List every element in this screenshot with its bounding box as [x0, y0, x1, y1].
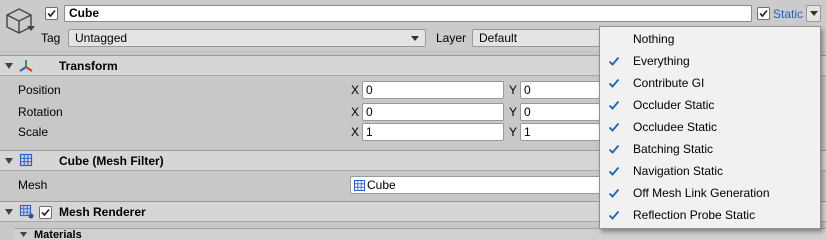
menu-item-label: Occluder Static [633, 98, 715, 112]
menu-item-occluder-static[interactable]: Occluder Static [600, 94, 820, 116]
layer-label: Layer [436, 31, 467, 45]
chevron-down-icon[interactable] [27, 26, 35, 32]
x-axis-label[interactable]: X [351, 82, 359, 98]
y-axis-label[interactable]: Y [509, 104, 517, 120]
menu-item-everything[interactable]: Everything [600, 50, 820, 72]
menu-item-contribute-gi[interactable]: Contribute GI [600, 72, 820, 94]
mesh-renderer-title: Mesh Renderer [59, 205, 146, 219]
menu-item-navigation-static[interactable]: Navigation Static [600, 160, 820, 182]
rotation-label: Rotation [18, 105, 63, 119]
layer-dropdown[interactable]: Default [472, 29, 612, 47]
transform-icon [19, 60, 33, 72]
checkmark-icon [47, 9, 56, 18]
tag-dropdown[interactable]: Untagged [68, 29, 426, 47]
menu-item-label: Occludee Static [633, 120, 718, 134]
position-x-input[interactable]: 0 [362, 81, 504, 99]
checkmark-icon [608, 56, 620, 66]
mesh-value: Cube [367, 178, 396, 192]
chevron-down-icon [809, 11, 818, 16]
scale-x-input[interactable]: 1 [362, 123, 504, 141]
y-axis-label[interactable]: Y [509, 82, 517, 98]
menu-item-reflection-probe-static[interactable]: Reflection Probe Static [600, 204, 820, 226]
mesh-filter-icon [19, 153, 33, 167]
foldout-arrow-icon[interactable] [20, 232, 27, 238]
menu-item-label: Contribute GI [633, 76, 705, 90]
materials-label: Materials [34, 229, 82, 240]
mesh-filter-title: Cube (Mesh Filter) [59, 154, 164, 168]
checkmark-icon [608, 78, 620, 88]
menu-item-label: Everything [633, 54, 690, 68]
transform-title: Transform [59, 59, 118, 73]
position-y-input[interactable]: 0 [520, 81, 600, 99]
static-label[interactable]: Static [773, 6, 803, 22]
checkmark-icon [608, 100, 620, 110]
mesh-label: Mesh [18, 178, 48, 192]
rotation-x-input[interactable]: 0 [362, 103, 504, 121]
materials-foldout[interactable]: Materials [14, 228, 826, 240]
foldout-arrow-icon[interactable] [5, 62, 13, 70]
menu-item-batching-static[interactable]: Batching Static [600, 138, 820, 160]
scale-y-input[interactable]: 1 [520, 123, 600, 141]
scale-label: Scale [18, 125, 49, 139]
menu-item-label: Nothing [633, 32, 675, 46]
static-dropdown-button[interactable] [806, 5, 821, 22]
mesh-icon [354, 180, 365, 191]
tag-value: Untagged [75, 31, 128, 45]
mesh-renderer-enabled-checkbox[interactable] [39, 206, 52, 219]
position-label: Position [18, 83, 61, 97]
rotation-y-input[interactable]: 0 [520, 103, 600, 121]
active-checkbox[interactable] [45, 7, 58, 20]
menu-item-label: Batching Static [633, 142, 714, 156]
menu-item-label: Off Mesh Link Generation [633, 186, 770, 200]
object-name-input[interactable]: Cube [64, 5, 752, 22]
mesh-renderer-icon [19, 204, 34, 219]
checkmark-icon [608, 144, 620, 154]
checkmark-icon [608, 166, 620, 176]
checkmark-icon [608, 210, 620, 220]
menu-item-off-mesh-link-generation[interactable]: Off Mesh Link Generation [600, 182, 820, 204]
chevron-down-icon [411, 36, 419, 41]
checkmark-icon [608, 122, 620, 132]
menu-item-nothing[interactable]: Nothing [600, 28, 820, 50]
menu-item-label: Reflection Probe Static [633, 208, 756, 222]
y-axis-label[interactable]: Y [509, 124, 517, 140]
foldout-arrow-icon[interactable] [5, 208, 13, 216]
x-axis-label[interactable]: X [351, 124, 359, 140]
checkmark-icon [608, 188, 620, 198]
static-flags-menu: Nothing Everything Contribute GI Occlude… [599, 26, 821, 229]
tag-label: Tag [41, 31, 61, 45]
static-checkbox[interactable] [757, 7, 770, 20]
menu-item-label: Navigation Static [633, 164, 724, 178]
checkmark-icon [41, 208, 50, 217]
checkmark-icon [759, 9, 768, 18]
menu-item-occludee-static[interactable]: Occludee Static [600, 116, 820, 138]
foldout-arrow-icon[interactable] [5, 157, 13, 165]
layer-value: Default [479, 31, 518, 45]
mesh-object-field[interactable]: Cube [350, 176, 610, 194]
x-axis-label[interactable]: X [351, 104, 359, 120]
